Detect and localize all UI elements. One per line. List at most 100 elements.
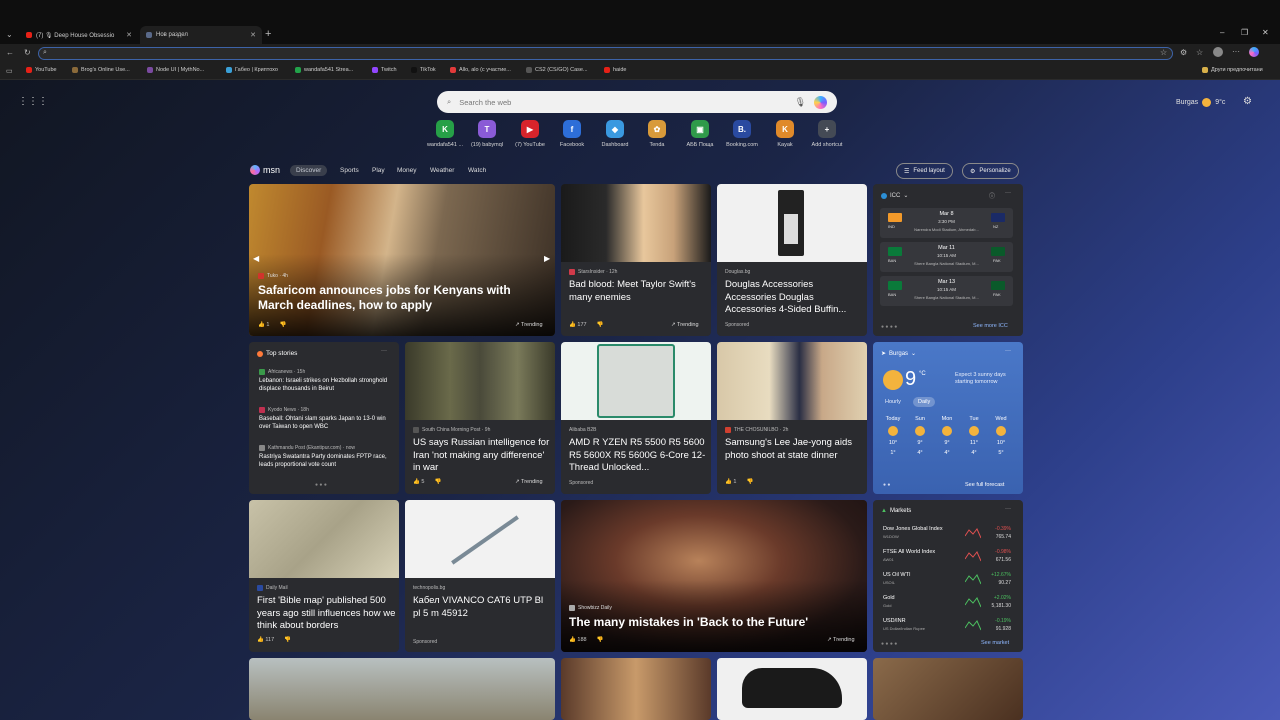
more-icon[interactable]: ··· <box>1005 348 1011 354</box>
refresh-icon[interactable]: ↻ <box>24 48 31 57</box>
like-icon[interactable]: 👍 117 <box>257 637 274 643</box>
match-row[interactable]: BAN Mar 11 10:15 AM Shere Bangla Nationa… <box>880 242 1013 272</box>
tab-youtube[interactable]: (7) 🎙 Deep House Obsessio ✕ <box>20 26 138 44</box>
copilot-icon[interactable] <box>814 95 827 109</box>
bookmarks-menu-icon[interactable]: ▭ <box>6 67 13 75</box>
dislike-icon[interactable]: 👎 <box>597 322 604 328</box>
apps-grid-icon[interactable]: ⋮⋮⋮ <box>18 96 48 107</box>
more-icon[interactable]: ··· <box>1232 47 1240 56</box>
news-card[interactable]: Alibaba B2B AMD R YZEN R5 5500 R5 5600 R… <box>561 342 711 494</box>
news-card[interactable] <box>717 658 867 720</box>
like-icon[interactable]: 👍 188 <box>569 637 587 643</box>
bookmark-item[interactable]: wandafa541 Strea... <box>295 67 353 73</box>
top-story-item[interactable]: Africanews · 15h Lebanon: Israeli strikes… <box>259 369 394 393</box>
gear-icon[interactable]: ⚙ <box>1243 96 1252 107</box>
bookmark-item[interactable]: haide <box>604 67 626 73</box>
weather-header[interactable]: Burgas 9°c <box>1176 98 1225 107</box>
dislike-icon[interactable]: 👎 <box>746 479 753 485</box>
info-icon[interactable]: ⓘ <box>989 191 995 200</box>
dislike-icon[interactable]: 👎 <box>284 637 291 643</box>
match-row[interactable]: BAN Mar 13 10:15 AM Shere Bangla Nationa… <box>880 276 1013 306</box>
like-icon[interactable]: 👍 1 <box>258 322 269 328</box>
see-full-forecast-link[interactable]: See full forecast <box>965 482 1004 488</box>
tab-list-icon[interactable]: ⌄ <box>6 30 13 39</box>
close-window-icon[interactable]: ✕ <box>1262 28 1269 37</box>
news-card[interactable] <box>249 658 555 720</box>
news-card[interactable]: Showbizz Daily The many mistakes in 'Bac… <box>561 500 867 652</box>
top-stories-widget[interactable]: Top stories ··· Africanews · 15h Lebanon:… <box>249 342 399 494</box>
market-row[interactable]: Dow Jones Global Index W1DOW -0.39% 765.7… <box>883 526 1011 548</box>
more-icon[interactable]: ··· <box>1005 506 1011 512</box>
bookmark-item[interactable]: YouTube <box>26 67 57 73</box>
news-card[interactable]: South China Morning Post · 9h US says Ru… <box>405 342 555 494</box>
bookmark-item[interactable]: Node UI | MythNo... <box>147 67 204 73</box>
daily-toggle[interactable]: Daily <box>913 397 936 407</box>
search-input[interactable]: Search the web <box>459 98 511 107</box>
markets-widget[interactable]: ▲ Markets ··· Dow Jones Global Index W1DO… <box>873 500 1023 652</box>
microphone-icon[interactable]: 🎙 <box>795 97 806 108</box>
like-icon[interactable]: 👍 5 <box>413 479 424 485</box>
market-row[interactable]: US Oil WTI USOIL +12.67% 90.27 <box>883 572 1011 594</box>
address-input[interactable]: ⌕ <box>38 47 1173 60</box>
dislike-icon[interactable]: 👎 <box>597 637 604 643</box>
news-card[interactable]: ◀ ▶ Tuko · 4h Safaricom announces jobs f… <box>249 184 555 336</box>
news-card[interactable] <box>561 658 711 720</box>
tab-sports[interactable]: Sports <box>334 165 365 176</box>
tab-weather[interactable]: Weather <box>424 165 460 176</box>
bookmark-item[interactable]: Габео | Криптохо <box>226 67 278 73</box>
match-row[interactable]: IND Mar 8 3:30 PM Narendra Modi Stadium,… <box>880 208 1013 238</box>
tab-watch[interactable]: Watch <box>462 165 492 176</box>
close-icon[interactable]: ✕ <box>126 31 132 39</box>
top-story-item[interactable]: Kathmandu Post (Ekantipur.com) · now Rast… <box>259 445 394 469</box>
like-icon[interactable]: 👍 1 <box>725 479 736 485</box>
like-icon[interactable]: 👍 177 <box>569 322 587 328</box>
close-icon[interactable]: ✕ <box>250 31 256 39</box>
tab-new[interactable]: Нов раздел ✕ <box>140 26 262 44</box>
see-more-icc-link[interactable]: See more ICC <box>973 323 1008 329</box>
msn-logo[interactable]: msn <box>250 165 280 175</box>
news-card[interactable] <box>873 658 1023 720</box>
favorite-icon[interactable]: ☆ <box>1160 48 1167 57</box>
top-story-item[interactable]: Kyodo News · 18h Baseball: Ohtani slam sp… <box>259 407 394 431</box>
feed-layout-button[interactable]: ☰ Feed layout <box>896 163 953 179</box>
new-tab-button[interactable]: + <box>265 28 271 40</box>
news-card[interactable]: StarsInsider · 12h Bad blood: Meet Taylo… <box>561 184 711 336</box>
restore-icon[interactable]: ❐ <box>1241 28 1248 37</box>
news-card[interactable]: THE CHOSUNILBO · 2h Samsung's Lee Jae-yo… <box>717 342 867 494</box>
shortcut-tile[interactable]: + Add shortcut <box>797 120 857 148</box>
bookmark-item[interactable]: Allo, alo (с участие... <box>450 67 511 73</box>
market-row[interactable]: FTSE All World Index AW01 -0.98% 671.56 <box>883 549 1011 571</box>
personalize-button[interactable]: ⚙ Personalize <box>962 163 1019 179</box>
bookmark-item[interactable]: Twitch <box>372 67 397 73</box>
news-card[interactable]: Daily Mail First 'Bible map' published 5… <box>249 500 399 652</box>
bookmark-item[interactable]: Brog's Online Use... <box>72 67 130 73</box>
minimize-icon[interactable]: – <box>1220 28 1224 37</box>
tab-money[interactable]: Money <box>391 165 423 176</box>
market-row[interactable]: USD/INR US Dollar/Indian Rupee -0.19% 91.… <box>883 618 1011 640</box>
see-market-link[interactable]: See market <box>981 640 1009 646</box>
next-icon[interactable]: ▶ <box>544 254 550 263</box>
dislike-icon[interactable]: 👎 <box>434 479 441 485</box>
favorites-icon[interactable]: ☆ <box>1196 48 1203 57</box>
other-favorites[interactable]: Други предпочитани <box>1202 67 1263 73</box>
back-icon[interactable]: ← <box>6 48 14 57</box>
bookmark-item[interactable]: TikTok <box>411 67 436 73</box>
news-card[interactable]: technopolis.bg Кабел VIVANCO CAT6 UTP Bl… <box>405 500 555 652</box>
prev-icon[interactable]: ◀ <box>253 254 259 263</box>
extensions-icon[interactable]: ⚙ <box>1180 48 1187 57</box>
bookmark-item[interactable]: CS2 (CS/GO) Case... <box>526 67 588 73</box>
market-row[interactable]: Gold Gold +2.02% 5,181.30 <box>883 595 1011 617</box>
news-card[interactable]: Douglas.bg Douglas Accessories Accessori… <box>717 184 867 336</box>
more-icon[interactable]: ··· <box>1005 190 1011 196</box>
bookmark-label: haide <box>613 67 627 73</box>
tab-play[interactable]: Play <box>366 165 391 176</box>
tab-discover[interactable]: Discover <box>290 165 328 176</box>
dislike-icon[interactable]: 👎 <box>279 322 286 328</box>
weather-widget[interactable]: ➤ Burgas ⌄ ··· 9 °C Expect 3 sunny days s… <box>873 342 1023 494</box>
search-box[interactable]: ⌕ Search the web 🎙 <box>437 91 837 113</box>
more-icon[interactable]: ··· <box>381 348 387 354</box>
avatar[interactable] <box>1213 47 1223 57</box>
cricket-widget[interactable]: ICC ⌄ ⓘ ··· IND Mar 8 3:30 PM Narendra M… <box>873 184 1023 336</box>
hourly-toggle[interactable]: Hourly <box>885 399 901 405</box>
copilot-icon[interactable] <box>1249 47 1259 57</box>
